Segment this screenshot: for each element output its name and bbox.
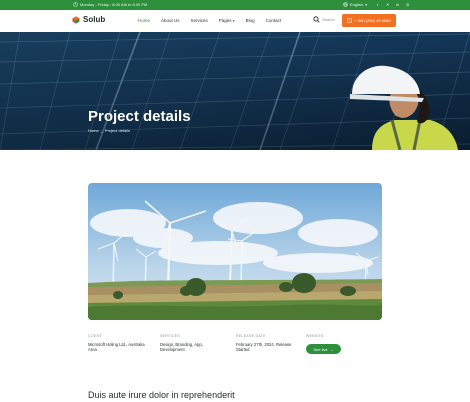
services-label: SERVICES bbox=[160, 334, 181, 338]
hero-background-image bbox=[0, 32, 470, 150]
chevron-down-icon: ▾ bbox=[365, 2, 368, 7]
breadcrumb: Home _ Project details bbox=[88, 128, 130, 133]
meta-client: CLIENT Microsoft Holing Ltd., Australia … bbox=[88, 334, 150, 352]
facebook-icon[interactable]: f bbox=[375, 2, 380, 7]
breadcrumb-current: Project details bbox=[104, 128, 131, 133]
search-toggle[interactable]: Search bbox=[313, 16, 335, 23]
nav-home[interactable]: Home bbox=[138, 18, 150, 23]
site-logo[interactable]: Solub bbox=[72, 15, 105, 24]
search-placeholder: Search bbox=[322, 17, 335, 22]
breadcrumb-separator: _ bbox=[100, 128, 103, 133]
wind-farm-image bbox=[88, 183, 382, 320]
top-bar: Monday - Friday : 8.00 AM to 8.00 PM Eng… bbox=[0, 0, 470, 10]
language-selector[interactable]: English ▾ bbox=[343, 2, 367, 7]
nav-pages-label: Pages bbox=[218, 18, 232, 23]
chevron-down-icon: ▾ bbox=[232, 19, 235, 23]
section-title: Duis aute irure dolor in reprehenderit bbox=[88, 390, 235, 400]
client-label: CLIENT bbox=[88, 334, 103, 338]
services-value: Design, Branding, App, Development bbox=[160, 342, 203, 353]
office-hours: Monday - Friday : 8.00 AM to 8.00 PM bbox=[73, 2, 147, 7]
release-date-value: February 27th, 2024. Release Started bbox=[236, 342, 292, 353]
see-live-label: See live bbox=[313, 346, 328, 352]
social-links: f ✕ in ◎ bbox=[375, 2, 410, 7]
nav-about-us[interactable]: About Us bbox=[161, 18, 180, 23]
arrow-right-icon: → bbox=[329, 346, 334, 352]
search-icon bbox=[313, 16, 320, 23]
logo-icon bbox=[72, 15, 80, 24]
clock-icon bbox=[73, 2, 78, 7]
nav-pages[interactable]: Pages ▾ bbox=[219, 18, 235, 23]
meta-website: WEBSITE bbox=[306, 334, 324, 338]
office-hours-text: Monday - Friday : 8.00 AM to 8.00 PM bbox=[80, 2, 148, 7]
see-live-button[interactable]: See live → bbox=[306, 344, 341, 354]
nav-blog[interactable]: Blog bbox=[246, 18, 255, 23]
breadcrumb-home[interactable]: Home bbox=[88, 128, 99, 133]
nav-services[interactable]: Services bbox=[191, 18, 208, 23]
client-value: Microsoft Holing Ltd., Australia Area bbox=[88, 342, 145, 353]
main-header: Solub Home About Us Services Pages ▾ Blo… bbox=[0, 10, 470, 32]
main-nav: Home About Us Services Pages ▾ Blog Cont… bbox=[138, 18, 281, 23]
nav-contact[interactable]: Contact bbox=[266, 18, 282, 23]
logo-text: Solub bbox=[83, 15, 106, 24]
project-image bbox=[88, 183, 382, 320]
twitter-icon[interactable]: ✕ bbox=[385, 2, 390, 7]
page-hero: Project details Home _ Project details bbox=[0, 32, 470, 150]
globe-icon bbox=[343, 2, 348, 7]
release-date-label: RELEASE DATE bbox=[236, 334, 266, 338]
language-label: English bbox=[350, 2, 364, 7]
call-button-label: + 880 (253) 45 6890 bbox=[354, 18, 391, 23]
phone-icon bbox=[347, 18, 353, 23]
call-button[interactable]: + 880 (253) 45 6890 bbox=[342, 14, 396, 27]
website-label: WEBSITE bbox=[306, 334, 324, 338]
meta-services: SERVICES Design, Branding, App, Developm… bbox=[160, 334, 222, 352]
page-title: Project details bbox=[88, 108, 191, 125]
instagram-icon[interactable]: ◎ bbox=[405, 2, 410, 7]
linkedin-icon[interactable]: in bbox=[395, 2, 400, 7]
meta-release-date: RELEASE DATE February 27th, 2024. Releas… bbox=[236, 334, 298, 352]
